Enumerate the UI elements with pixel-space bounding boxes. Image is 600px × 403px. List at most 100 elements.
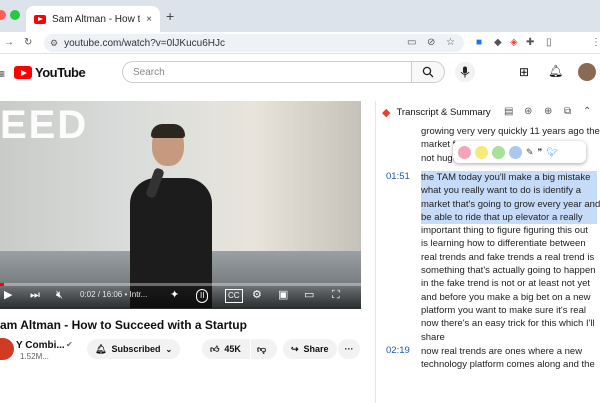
highlight-green-swatch[interactable] <box>492 145 505 159</box>
transcript-line: important thing to figure figuring this … <box>421 225 588 237</box>
url-text: youtube.com/watch?v=0lJKucu6HJc <box>64 37 225 49</box>
like-count: 45K <box>224 344 241 354</box>
video-backdrop-text: EED <box>0 103 89 147</box>
extension-color-icon[interactable]: ◈ <box>510 37 518 49</box>
close-window-button[interactable] <box>0 10 6 20</box>
verified-icon: ✔ <box>66 340 73 349</box>
voice-search-button[interactable] <box>455 62 475 82</box>
thumbs-up-icon: 👍︎ <box>210 343 220 354</box>
microphone-icon <box>460 66 470 78</box>
browser-tab-strip: Sam Altman - How to Succee × + <box>0 0 600 32</box>
browser-tab-active[interactable]: Sam Altman - How to Succee × <box>26 6 160 32</box>
youtube-play-icon <box>14 66 32 79</box>
extension-badge-icon[interactable]: ■ <box>476 37 482 49</box>
channel-name[interactable]: Y Combi... <box>16 340 65 351</box>
locate-icon[interactable]: ⊕ <box>544 106 552 118</box>
theater-mode-icon[interactable]: ▭ <box>304 289 314 301</box>
segment-timestamp[interactable]: 01:51 <box>386 171 410 182</box>
transcript-panel-title: Transcript & Summary <box>396 106 491 118</box>
share-button[interactable]: ↪ Share <box>283 339 337 359</box>
share-arrow-icon: ↪ <box>291 343 299 354</box>
chapter-label: • Intr... <box>124 290 148 299</box>
progress-fill <box>0 283 4 286</box>
subscribed-button[interactable]: 🔔︎ Subscribed ⌄ <box>87 339 181 359</box>
channel-avatar[interactable] <box>0 338 14 360</box>
transcript-line: the TAM today you'll make a big mistake <box>421 171 597 185</box>
openai-icon[interactable]: ⊛ <box>524 106 532 118</box>
notifications-bell-icon[interactable]: 🔔︎ <box>548 64 563 78</box>
maximize-window-button[interactable] <box>10 10 20 20</box>
segment-text: the TAM today you'll make a big mistake w… <box>421 171 600 344</box>
video-title: am Altman - How to Succeed with a Startu… <box>0 318 247 332</box>
like-button[interactable]: 👍︎ 45K <box>202 339 250 359</box>
new-tab-button[interactable]: + <box>166 8 174 24</box>
hamburger-menu-icon[interactable]: ≡ <box>0 67 5 81</box>
transcript-line: now there's an easy trick for this which… <box>421 318 595 330</box>
segment-timestamp[interactable]: 02:19 <box>386 345 410 356</box>
more-actions-button[interactable]: ··· <box>338 339 360 359</box>
video-progress-bar[interactable] <box>0 283 361 286</box>
browser-toolbar: → ↻ ⚙ youtube.com/watch?v=0lJKucu6HJc ▭ … <box>0 32 600 80</box>
forward-icon[interactable]: → <box>4 37 14 49</box>
transcript-line: now real trends are ones where a new <box>421 346 583 357</box>
address-bar[interactable]: ⚙ youtube.com/watch?v=0lJKucu6HJc <box>44 34 464 52</box>
settings-gear-icon[interactable]: ⚙ <box>252 289 262 301</box>
transcript-line: and before you make a big bet on a new <box>421 291 591 303</box>
transcript-line: real trends and fake trends a real trend… <box>421 251 595 263</box>
highlight-color-picker: ✎ ❞ 🐦︎ <box>453 141 586 163</box>
transcript-line: share <box>421 331 445 343</box>
search-icon <box>422 66 434 78</box>
highlight-pink-swatch[interactable] <box>458 145 471 159</box>
miniplayer-icon[interactable]: ▣ <box>278 289 288 301</box>
tab-close-icon[interactable]: × <box>146 14 152 25</box>
collapse-chevron-icon[interactable]: ⌃ <box>583 106 591 118</box>
menu-icon[interactable]: ⋮ <box>591 37 600 49</box>
eye-slash-icon[interactable]: ⊘ <box>427 37 435 49</box>
subscriber-count: 1.52M... <box>20 352 49 361</box>
bell-icon: 🔔︎ <box>95 343 107 354</box>
account-avatar[interactable] <box>578 63 596 81</box>
youtube-logo[interactable]: YouTube <box>14 65 86 80</box>
youtube-favicon-icon <box>34 14 46 24</box>
create-video-icon[interactable]: ⊞ <box>519 65 529 79</box>
sidebar-icon[interactable]: ▯ <box>546 37 552 49</box>
share-label: Share <box>303 344 329 354</box>
dislike-button[interactable]: 👎︎ <box>251 339 277 359</box>
subscribed-label: Subscribed <box>111 344 161 354</box>
transcript-line: technology platform comes along and the <box>421 359 595 371</box>
youtube-logo-text: YouTube <box>35 65 86 80</box>
twitter-share-icon[interactable]: 🐦︎ <box>546 147 557 158</box>
brush-icon[interactable]: ✎ <box>526 147 534 158</box>
next-button[interactable]: ⏭︎ <box>30 289 40 301</box>
time-display: 0:02 / 16:06 <box>80 290 123 299</box>
chevron-down-icon: ⌄ <box>165 344 173 354</box>
transcript-doc-icon[interactable]: ▤ <box>504 106 513 118</box>
highlight-yellow-swatch[interactable] <box>475 145 488 159</box>
search-input[interactable]: Search <box>122 61 412 83</box>
reload-icon[interactable]: ↻ <box>24 37 32 49</box>
extension-icon[interactable]: ◆ <box>494 37 502 49</box>
tab-title: Sam Altman - How to Succee <box>52 13 141 25</box>
site-settings-icon[interactable]: ⚙ <box>50 38 58 49</box>
cast-icon[interactable]: ▭ <box>407 37 416 49</box>
bookmark-star-icon[interactable]: ☆ <box>446 37 455 49</box>
play-button[interactable]: ▶ <box>4 289 12 301</box>
transcript-line: platform you want to make sure it's real <box>421 304 586 316</box>
fullscreen-icon[interactable]: ⛶ <box>332 289 340 301</box>
speaker-hair <box>151 124 185 138</box>
highlight-blue-swatch[interactable] <box>509 145 522 159</box>
transcript-line: something that's actually going to happe… <box>421 265 596 277</box>
sparkle-icon[interactable]: ✦ <box>170 289 179 301</box>
search-button[interactable] <box>411 61 445 83</box>
mute-icon[interactable]: 🔇︎ <box>56 289 63 301</box>
copy-icon[interactable]: ⧉ <box>564 106 571 118</box>
puzzle-icon[interactable]: ✚ <box>526 37 534 49</box>
quote-icon[interactable]: ❞ <box>538 147 543 158</box>
transcript-line: market that's going to grow every year a… <box>421 197 600 211</box>
transcript-line: is learning how to differentiate between <box>421 238 586 250</box>
transcript-line: be able to ride that up elevator a reall… <box>421 210 597 225</box>
transcript-line: growing very very quickly 11 years ago t… <box>421 126 600 137</box>
glasp-logo-icon: ◆ <box>382 106 391 119</box>
transcript-line: what you really want to do is identify a <box>421 184 597 198</box>
captions-icon[interactable]: CC <box>225 289 243 303</box>
